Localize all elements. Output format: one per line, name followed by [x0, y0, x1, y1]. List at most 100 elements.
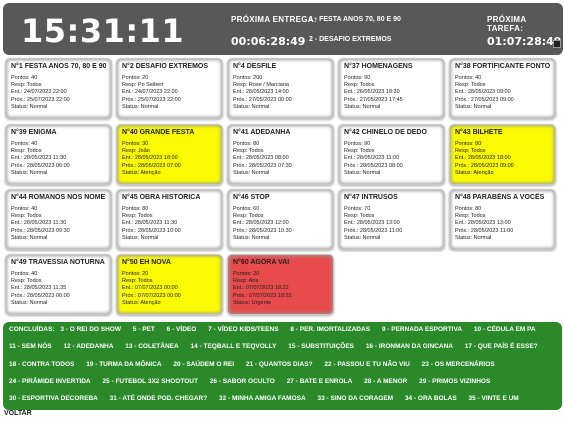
- completed-item: 9 - PERNADA ESPORTIVA: [381, 326, 463, 333]
- task-card-title: N°48 PARABÉNS A VOCÊS: [455, 194, 545, 201]
- completed-item: 32 - MINHA AMIGA FAMOSA: [219, 395, 306, 403]
- task-card[interactable]: N°42 CHINELO DE DEDO Pontos: 90 Resp: Todo…: [338, 124, 445, 185]
- task-card-title: N°46 STOP: [233, 194, 270, 201]
- completed-panel: CONCLUÍDAS: 3 - O REI DO SHOW 5 - PET 6 …: [3, 322, 562, 419]
- task-card-next: Próx.: 28/05/2023 11:00: [344, 227, 403, 234]
- task-card-status: Status: Normal: [122, 103, 159, 110]
- completed-item: 19 - TURMA DA MÔNICA: [86, 360, 162, 368]
- task-card-points: Pontos: 80: [122, 206, 149, 212]
- task-card-next: Próx.: 28/05/2023 06:00: [11, 162, 70, 169]
- completed-item: 7 - VÍDEO KIDS/TEENS: [208, 326, 279, 333]
- task-card-title: N°37 HOMENAGENS: [344, 63, 413, 70]
- task-card-next: Próx.: 27/05/2023 00:00: [233, 96, 292, 103]
- completed-item: 12 - ADEDANHA: [63, 343, 114, 351]
- task-card-next: Próx.: 28/05/2023 08:00: [344, 162, 403, 169]
- task-card[interactable]: N°46 STOP Pontos: 60 Resp: Todos Ent.: 28/0…: [227, 189, 334, 250]
- task-card-delivery: Ent.: 26/05/2023 18:30: [344, 89, 400, 96]
- task-card-status: Status: Normal: [455, 234, 492, 241]
- completed-item: 5 - PET: [132, 326, 155, 333]
- task-card-title: N°39 ENIGMA: [11, 129, 57, 136]
- task-card[interactable]: N°49 TRAVESSIA NOTURNA Pontos: 40 Resp: To…: [5, 254, 112, 315]
- task-card-status: Status: Normal: [344, 103, 381, 110]
- task-card[interactable]: N°47 INTRUSOS Pontos: 70 Resp: Todos Ent.: …: [338, 189, 445, 250]
- task-card-title: N°38 FORTIFICANTE FONTOURA: [455, 63, 550, 70]
- task-card-points: Pontos: 40: [455, 75, 482, 81]
- task-card-status: Status: Normal: [11, 169, 48, 176]
- task-card-next: Próx.: 28/05/2023 09:30: [11, 227, 70, 234]
- task-card[interactable]: N°60 AGORA VAI Pontos: 20 Resp: Ana Ent.: 0…: [227, 254, 334, 315]
- task-card-status: Status: Normal: [233, 234, 270, 241]
- task-card[interactable]: N°44 ROMANOS NOS NOMES Pontos: 40 Resp: To…: [5, 189, 112, 250]
- completed-item: 27 - BATE E ENROLA: [286, 377, 353, 385]
- task-card-title: N°45 OBRA HISTÓRICA: [122, 194, 201, 201]
- task-card[interactable]: N°4 DESFILE Pontos: 200 Resp: Rose / Marci…: [227, 58, 334, 119]
- task-card-points: Pontos: 30: [122, 141, 149, 147]
- task-card-responsible: Resp: Rose / Marciana: [233, 82, 289, 89]
- completed-item: 24 - PIRÂMIDE INVERTIDA: [9, 377, 91, 385]
- task-card-responsible: Resp: Todos: [233, 148, 264, 155]
- task-card[interactable]: N°43 BILHETE Pontos: 80 Resp: Todos Ent.: 2…: [449, 124, 556, 185]
- task-card-next: Próx.: 25/07/2023 22:00: [122, 96, 181, 103]
- completed-item: 31 - ATÉ ONDE POD. CHEGAR?: [109, 395, 208, 403]
- task-card-delivery: Ent.: 07/07/2023 18:22: [233, 285, 289, 292]
- task-card[interactable]: N°39 ENIGMA Pontos: 40 Resp: Todos Ent.: 28…: [5, 124, 112, 185]
- task-card[interactable]: N°40 GRANDE FESTA Pontos: 30 Resp: João Ent…: [116, 124, 223, 185]
- task-card[interactable]: N°38 FORTIFICANTE FONTOURA Pontos: 40Resp…: [449, 58, 556, 119]
- task-card-delivery: Ent.: 07/07/2023 00:00: [122, 285, 178, 292]
- completed-item: 21 - QUANTOS DIAS?: [245, 360, 313, 368]
- task-card-title: N°2 DESAFIO EXTREMOS: [122, 63, 209, 70]
- task-card-status: Status: Normal: [344, 169, 381, 176]
- task-card[interactable]: N°1 FESTA ANOS 70, 80 E 90 Pontos: 40 Resp…: [5, 58, 112, 119]
- completed-item: 20 - SAÚDEM O REI: [173, 360, 235, 368]
- task-card[interactable]: N°2 DESAFIO EXTREMOS Pontos: 20 Resp: Pri …: [116, 58, 223, 119]
- task-card-title: N°43 BILHETE: [455, 129, 503, 136]
- task-card-delivery: Ent.: 28/05/2023 13:00: [344, 220, 400, 227]
- task-card-delivery: Ent.: 24/07/2023 22:00: [122, 89, 178, 96]
- task-card-responsible: Resp: Pri Seibert: [122, 82, 164, 89]
- completed-item: 34 - ORA BOLAS: [404, 395, 457, 403]
- task-card-status: Status: Normal: [455, 103, 492, 110]
- back-button[interactable]: VOLTAR: [4, 410, 32, 417]
- task-card-next: Próx.: 07/07/2023 00:00: [122, 292, 181, 299]
- task-card-status: Status: Normal: [11, 103, 48, 110]
- task-card-status: Status: Normal: [11, 299, 48, 306]
- task-card-next: Próx.: 28/05/2023 10:30: [233, 227, 292, 234]
- task-card-points: Pontos: 90: [344, 75, 371, 81]
- task-card[interactable]: N°41 ADEDANHA Pontos: 80 Resp: Todos Ent.: …: [227, 124, 334, 185]
- task-card-responsible: Resp: Todos: [11, 82, 42, 89]
- task-card-title: N°60 AGORA VAI: [233, 259, 290, 266]
- task-card-delivery: Ent.: 24/07/2023 22:00: [11, 89, 67, 96]
- task-card-delivery: Ent.: 28/05/2023 13:00: [455, 220, 511, 227]
- task-card[interactable]: N°37 HOMENAGENS Pontos: 90 Resp: Todos Ent.…: [338, 58, 445, 119]
- task-card-points: Pontos: 20: [122, 75, 149, 81]
- task-card-title: N°42 CHINELO DE DEDO: [344, 129, 427, 136]
- task-card-points: Pontos: 80: [233, 141, 260, 147]
- completed-item: 23 - OS MERCENÁRIOS: [421, 360, 495, 368]
- task-card-delivery: Ent.: 28/05/2023 11:30: [11, 220, 67, 227]
- task-cards: N°1 FESTA ANOS 70, 80 E 90 Pontos: 40 Resp…: [0, 0, 564, 320]
- task-card-status: Status: Normal: [122, 234, 159, 241]
- task-card-responsible: Resp: Todos: [122, 213, 153, 220]
- task-card-responsible: Resp: Todos: [344, 82, 375, 89]
- completed-item: 16 - IRONMAN DA GINCANA: [365, 343, 453, 351]
- task-card-title: N°50 EH NOVA: [122, 259, 171, 266]
- completed-item: 14 - TEQBALL E TEQVOLLY: [190, 343, 277, 351]
- completed-item: 29 - PRIMOS VIZINHOS: [419, 377, 491, 385]
- completed-item: 18 - CONTRA TODOS: [9, 360, 75, 368]
- task-card-title: N°44 ROMANOS NOS NOMES: [11, 194, 106, 201]
- task-card-responsible: Resp: Todos: [455, 213, 486, 220]
- task-card-status: Status: Urgente: [233, 299, 272, 306]
- task-card-responsible: Resp: Todos: [455, 148, 486, 155]
- completed-item: 30 - ESPORTIVA DECOREBA: [9, 395, 98, 403]
- task-card[interactable]: N°48 PARABÉNS A VOCÊS Pontos: 80 Resp: Tod…: [449, 189, 556, 250]
- completed-item: 26 - SABOR OCULTO: [209, 377, 275, 385]
- completed-item: 22 - PASSOU E TU NÃO VIU: [324, 360, 410, 368]
- task-card-delivery: Ent.: 28/05/2023 11:30: [11, 155, 67, 162]
- task-card-status: Status: Normal: [344, 234, 381, 241]
- task-card-delivery: Ent.: 28/05/2023 14:00: [233, 89, 289, 96]
- task-card-responsible: Resp: Todos: [233, 213, 264, 220]
- completed-item: 13 - COLETÂNEA: [125, 343, 179, 351]
- task-card-points: Pontos: 60: [233, 206, 260, 212]
- task-card[interactable]: N°45 OBRA HISTÓRICA Pontos: 80 Resp: Todos…: [116, 189, 223, 250]
- task-card[interactable]: N°50 EH NOVA Pontos: 20 Resp: Todos Ent.: 0…: [116, 254, 223, 315]
